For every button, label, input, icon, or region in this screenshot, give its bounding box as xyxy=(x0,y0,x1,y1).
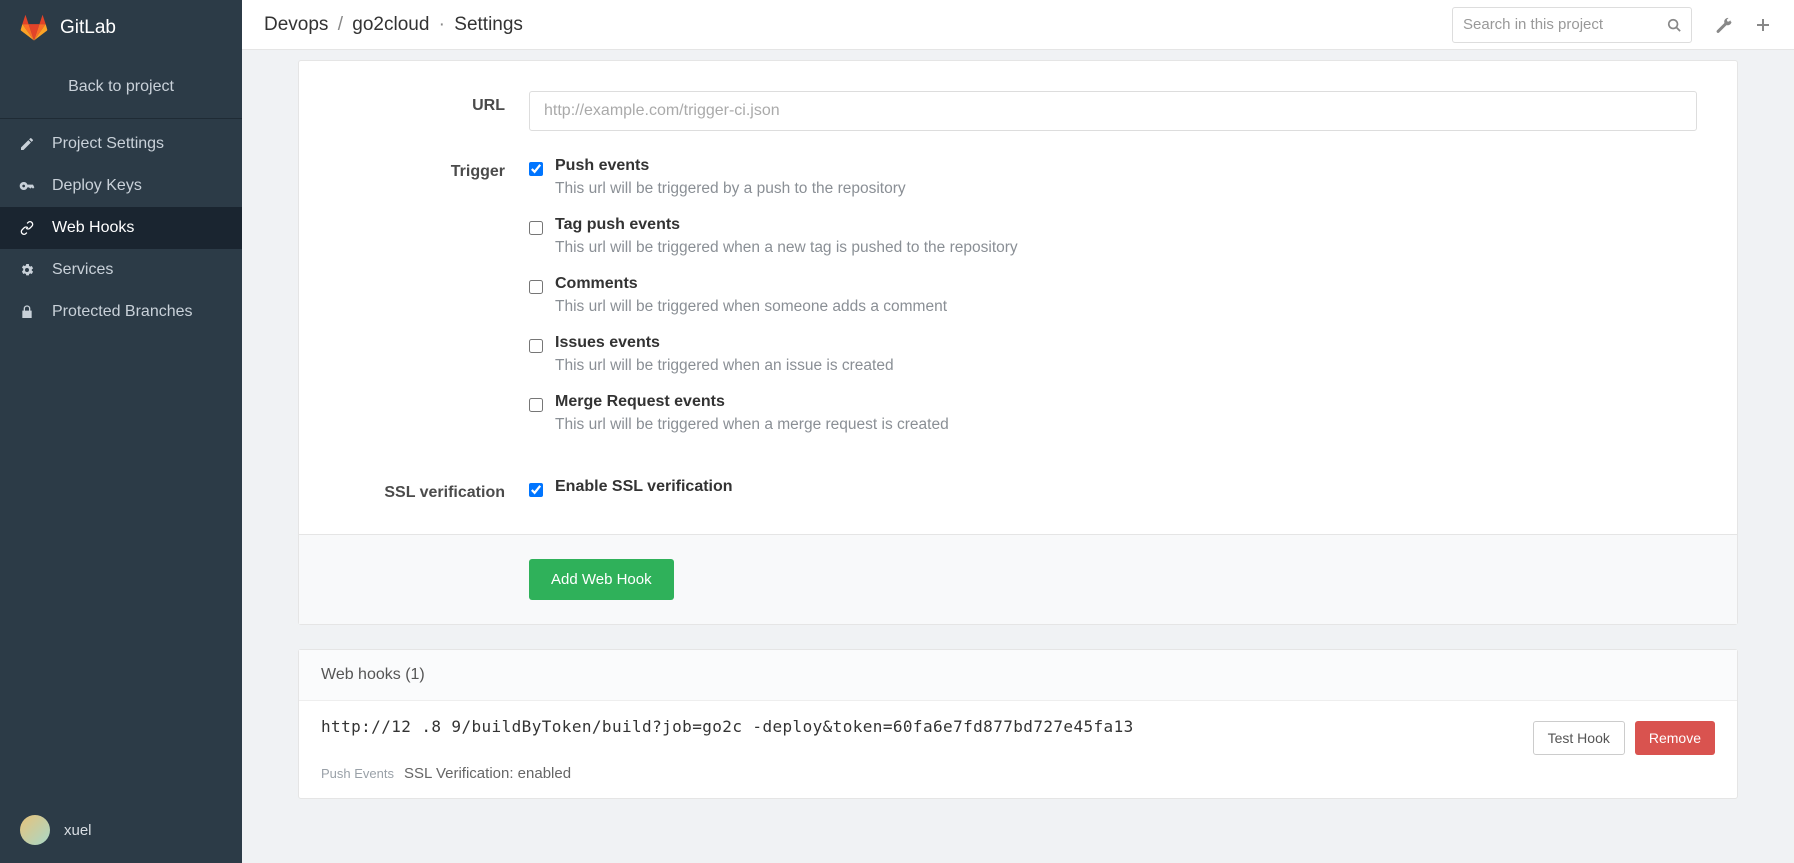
brand[interactable]: GitLab xyxy=(0,0,242,56)
breadcrumb-project[interactable]: go2cloud xyxy=(352,14,429,35)
sidebar-item-protected-branches[interactable]: Protected Branches xyxy=(0,291,242,333)
hook-meta: Push Events SSL Verification: enabled xyxy=(299,765,1737,798)
sidebar-nav: Project Settings Deploy Keys Web Hooks Serv… xyxy=(0,123,242,333)
sidebar-user[interactable]: xuel xyxy=(0,797,242,863)
gitlab-logo-icon xyxy=(20,14,48,42)
trigger-label: Trigger xyxy=(339,157,529,452)
hook-ssl: SSL Verification: enabled xyxy=(404,765,571,782)
test-hook-button[interactable]: Test Hook xyxy=(1533,721,1625,755)
webhooks-heading: Web hooks (1) xyxy=(299,650,1737,701)
breadcrumb: Devops / go2cloud · Settings xyxy=(264,14,1438,36)
ssl-checkbox-row[interactable]: Enable SSL verification xyxy=(529,478,1697,497)
trigger-desc: This url will be triggered when a merge … xyxy=(555,416,1697,434)
trigger-checkbox[interactable] xyxy=(529,221,543,235)
link-icon xyxy=(18,220,36,236)
sidebar-item-deploy-keys[interactable]: Deploy Keys xyxy=(0,165,242,207)
trigger-desc: This url will be triggered by a push to … xyxy=(555,180,1697,198)
trigger-title: Issues events xyxy=(555,334,660,352)
trigger-desc: This url will be triggered when a new ta… xyxy=(555,239,1697,257)
trigger-desc: This url will be triggered when someone … xyxy=(555,298,1697,316)
lock-icon xyxy=(18,304,36,320)
sidebar-item-web-hooks[interactable]: Web Hooks xyxy=(0,207,242,249)
webhooks-list-panel: Web hooks (1) http://12 .8 9/buildByToke… xyxy=(298,649,1738,799)
breadcrumb-page: Settings xyxy=(454,14,523,35)
sidebar: GitLab Back to project Project Settings D… xyxy=(0,0,242,863)
back-to-project[interactable]: Back to project xyxy=(0,56,242,119)
remove-hook-button[interactable]: Remove xyxy=(1635,721,1715,755)
search-box[interactable] xyxy=(1452,7,1692,43)
trigger-desc: This url will be triggered when an issue… xyxy=(555,357,1697,375)
trigger-3[interactable]: Issues events xyxy=(529,334,1697,353)
sidebar-item-label: Deploy Keys xyxy=(52,177,142,195)
add-webhook-button[interactable]: Add Web Hook xyxy=(529,559,674,600)
trigger-title: Comments xyxy=(555,275,638,293)
sidebar-item-label: Services xyxy=(52,261,113,279)
url-input[interactable] xyxy=(529,91,1697,131)
username: xuel xyxy=(64,822,92,839)
trigger-title: Push events xyxy=(555,157,649,175)
sidebar-item-label: Project Settings xyxy=(52,135,164,153)
hook-tag: Push Events xyxy=(321,766,394,781)
breadcrumb-group[interactable]: Devops xyxy=(264,14,328,35)
hook-row: http://12 .8 9/buildByToken/build?job=go… xyxy=(299,701,1737,765)
trigger-2[interactable]: Comments xyxy=(529,275,1697,294)
gear-icon xyxy=(18,262,36,278)
trigger-title: Merge Request events xyxy=(555,393,725,411)
key-icon xyxy=(18,178,36,194)
wrench-icon[interactable] xyxy=(1706,8,1740,42)
trigger-4[interactable]: Merge Request events xyxy=(529,393,1697,412)
ssl-title: Enable SSL verification xyxy=(555,478,733,496)
sidebar-item-label: Web Hooks xyxy=(52,219,134,237)
trigger-1[interactable]: Tag push events xyxy=(529,216,1697,235)
trigger-checkbox[interactable] xyxy=(529,339,543,353)
ssl-checkbox[interactable] xyxy=(529,483,543,497)
edit-icon xyxy=(18,136,36,152)
trigger-checkbox[interactable] xyxy=(529,280,543,294)
plus-icon[interactable] xyxy=(1754,8,1772,42)
webhook-form-panel: URL Trigger Push events This url will be … xyxy=(298,60,1738,625)
trigger-title: Tag push events xyxy=(555,216,680,234)
trigger-checkbox[interactable] xyxy=(529,398,543,412)
search-input[interactable] xyxy=(1463,16,1667,33)
brand-text: GitLab xyxy=(60,17,116,39)
sidebar-item-project-settings[interactable]: Project Settings xyxy=(0,123,242,165)
ssl-label: SSL verification xyxy=(339,478,529,502)
topbar: Devops / go2cloud · Settings xyxy=(242,0,1794,50)
search-icon[interactable] xyxy=(1667,18,1681,32)
trigger-0[interactable]: Push events xyxy=(529,157,1697,176)
url-label: URL xyxy=(339,91,529,131)
hook-url: http://12 .8 9/buildByToken/build?job=go… xyxy=(321,717,1519,736)
avatar xyxy=(20,815,50,845)
sidebar-item-services[interactable]: Services xyxy=(0,249,242,291)
trigger-checkbox[interactable] xyxy=(529,162,543,176)
sidebar-item-label: Protected Branches xyxy=(52,303,193,321)
